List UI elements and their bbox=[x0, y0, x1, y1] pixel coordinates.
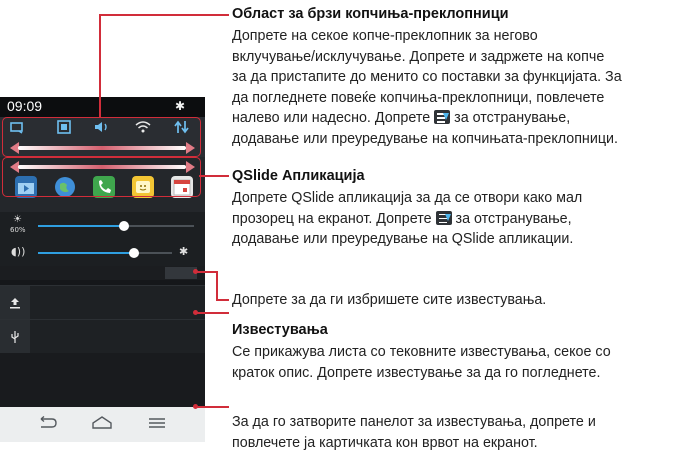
text-part: за отстранување, bbox=[454, 110, 571, 126]
text-line: да погледнете повеќе копчиња-преклопници… bbox=[232, 89, 605, 106]
brightness-percent: 60% bbox=[10, 226, 26, 234]
toggles-description: Допрете на секое копче-преклопник за нег… bbox=[232, 26, 692, 149]
callout-line bbox=[197, 406, 229, 408]
callout-line bbox=[216, 299, 229, 301]
text-line: прозорец на екранот. Допрете за отстрану… bbox=[232, 209, 692, 230]
volume-icon: ◖)) bbox=[11, 245, 26, 258]
notifications-title: Известувања bbox=[232, 322, 328, 338]
callout-line bbox=[197, 312, 229, 314]
text-line: повлечете ја картичката кон врвот на екр… bbox=[232, 434, 538, 451]
qslide-highlight bbox=[2, 157, 201, 197]
callout-line bbox=[99, 14, 101, 118]
status-bar: 09:09 ✱ bbox=[0, 97, 205, 117]
callout-line bbox=[197, 271, 217, 273]
clock: 09:09 bbox=[7, 98, 43, 114]
usb-icon bbox=[0, 320, 30, 353]
brightness-row: ☀ 60% bbox=[0, 212, 205, 240]
gear-icon[interactable]: ✱ bbox=[175, 99, 185, 113]
qslide-description: Допрете QSlide апликација за да се отвор… bbox=[232, 188, 692, 250]
back-icon[interactable] bbox=[36, 415, 58, 434]
edit-qslide-icon bbox=[435, 210, 452, 225]
text-line: Се прикажува листа со тековните известув… bbox=[232, 344, 611, 360]
brightness-fill bbox=[38, 225, 124, 227]
text-line: краток опис. Допрете известување за да г… bbox=[232, 364, 601, 381]
brightness-icon: ☀ bbox=[13, 214, 22, 225]
text-line: Допрете на секое копче-преклопник за нег… bbox=[232, 28, 538, 44]
text-line: додавање или преуредување на QSlide апли… bbox=[232, 231, 574, 247]
notifications-description: Се прикажува листа со тековните известув… bbox=[232, 342, 692, 383]
menu-icon[interactable] bbox=[148, 415, 166, 434]
text-line: налево или надесно. Допрете за отстранув… bbox=[232, 108, 692, 129]
text-line: за да пристапите до менито со поставки з… bbox=[232, 69, 622, 85]
edit-toggles-icon bbox=[434, 110, 451, 124]
callout-line bbox=[99, 14, 229, 16]
home-icon[interactable] bbox=[91, 415, 113, 434]
text-line: Допрете QSlide апликација за да се отвор… bbox=[232, 190, 583, 206]
volume-slider-knob[interactable] bbox=[129, 248, 140, 258]
text-line: За да го затворите панелот за известувањ… bbox=[232, 414, 596, 430]
list-item[interactable] bbox=[0, 319, 205, 353]
callout-line bbox=[199, 175, 229, 177]
upload-icon bbox=[0, 286, 30, 319]
text-part: прозорец на екранот. Допрете bbox=[232, 210, 432, 227]
list-item[interactable] bbox=[0, 285, 205, 319]
close-description: За да го затворите панелот за известувањ… bbox=[232, 412, 692, 453]
gear-icon[interactable]: ✱ bbox=[179, 245, 188, 258]
empty-area bbox=[0, 353, 205, 407]
toggle-highlight bbox=[2, 117, 201, 157]
volume-row: ◖)) ✱ bbox=[0, 240, 205, 266]
brightness-slider-knob[interactable] bbox=[118, 221, 129, 231]
text-line: додавање или преуредување на копчињата-п… bbox=[232, 130, 618, 147]
drag-handle[interactable] bbox=[0, 407, 205, 442]
callout-line bbox=[216, 271, 218, 299]
clear-all-button[interactable] bbox=[165, 267, 197, 279]
toggles-title: Област за брзи копчиња-преклопници bbox=[232, 6, 509, 22]
volume-fill bbox=[38, 252, 135, 254]
text-part: за отстранување, bbox=[455, 210, 572, 227]
text-part: налево или надесно. Допрете bbox=[232, 110, 431, 126]
clear-description: Допрете за да ги избришете сите известув… bbox=[232, 292, 547, 308]
qslide-title: QSlide Апликација bbox=[232, 168, 365, 184]
text-line: вклучување/исклучување. Допрете и задрже… bbox=[232, 48, 605, 65]
